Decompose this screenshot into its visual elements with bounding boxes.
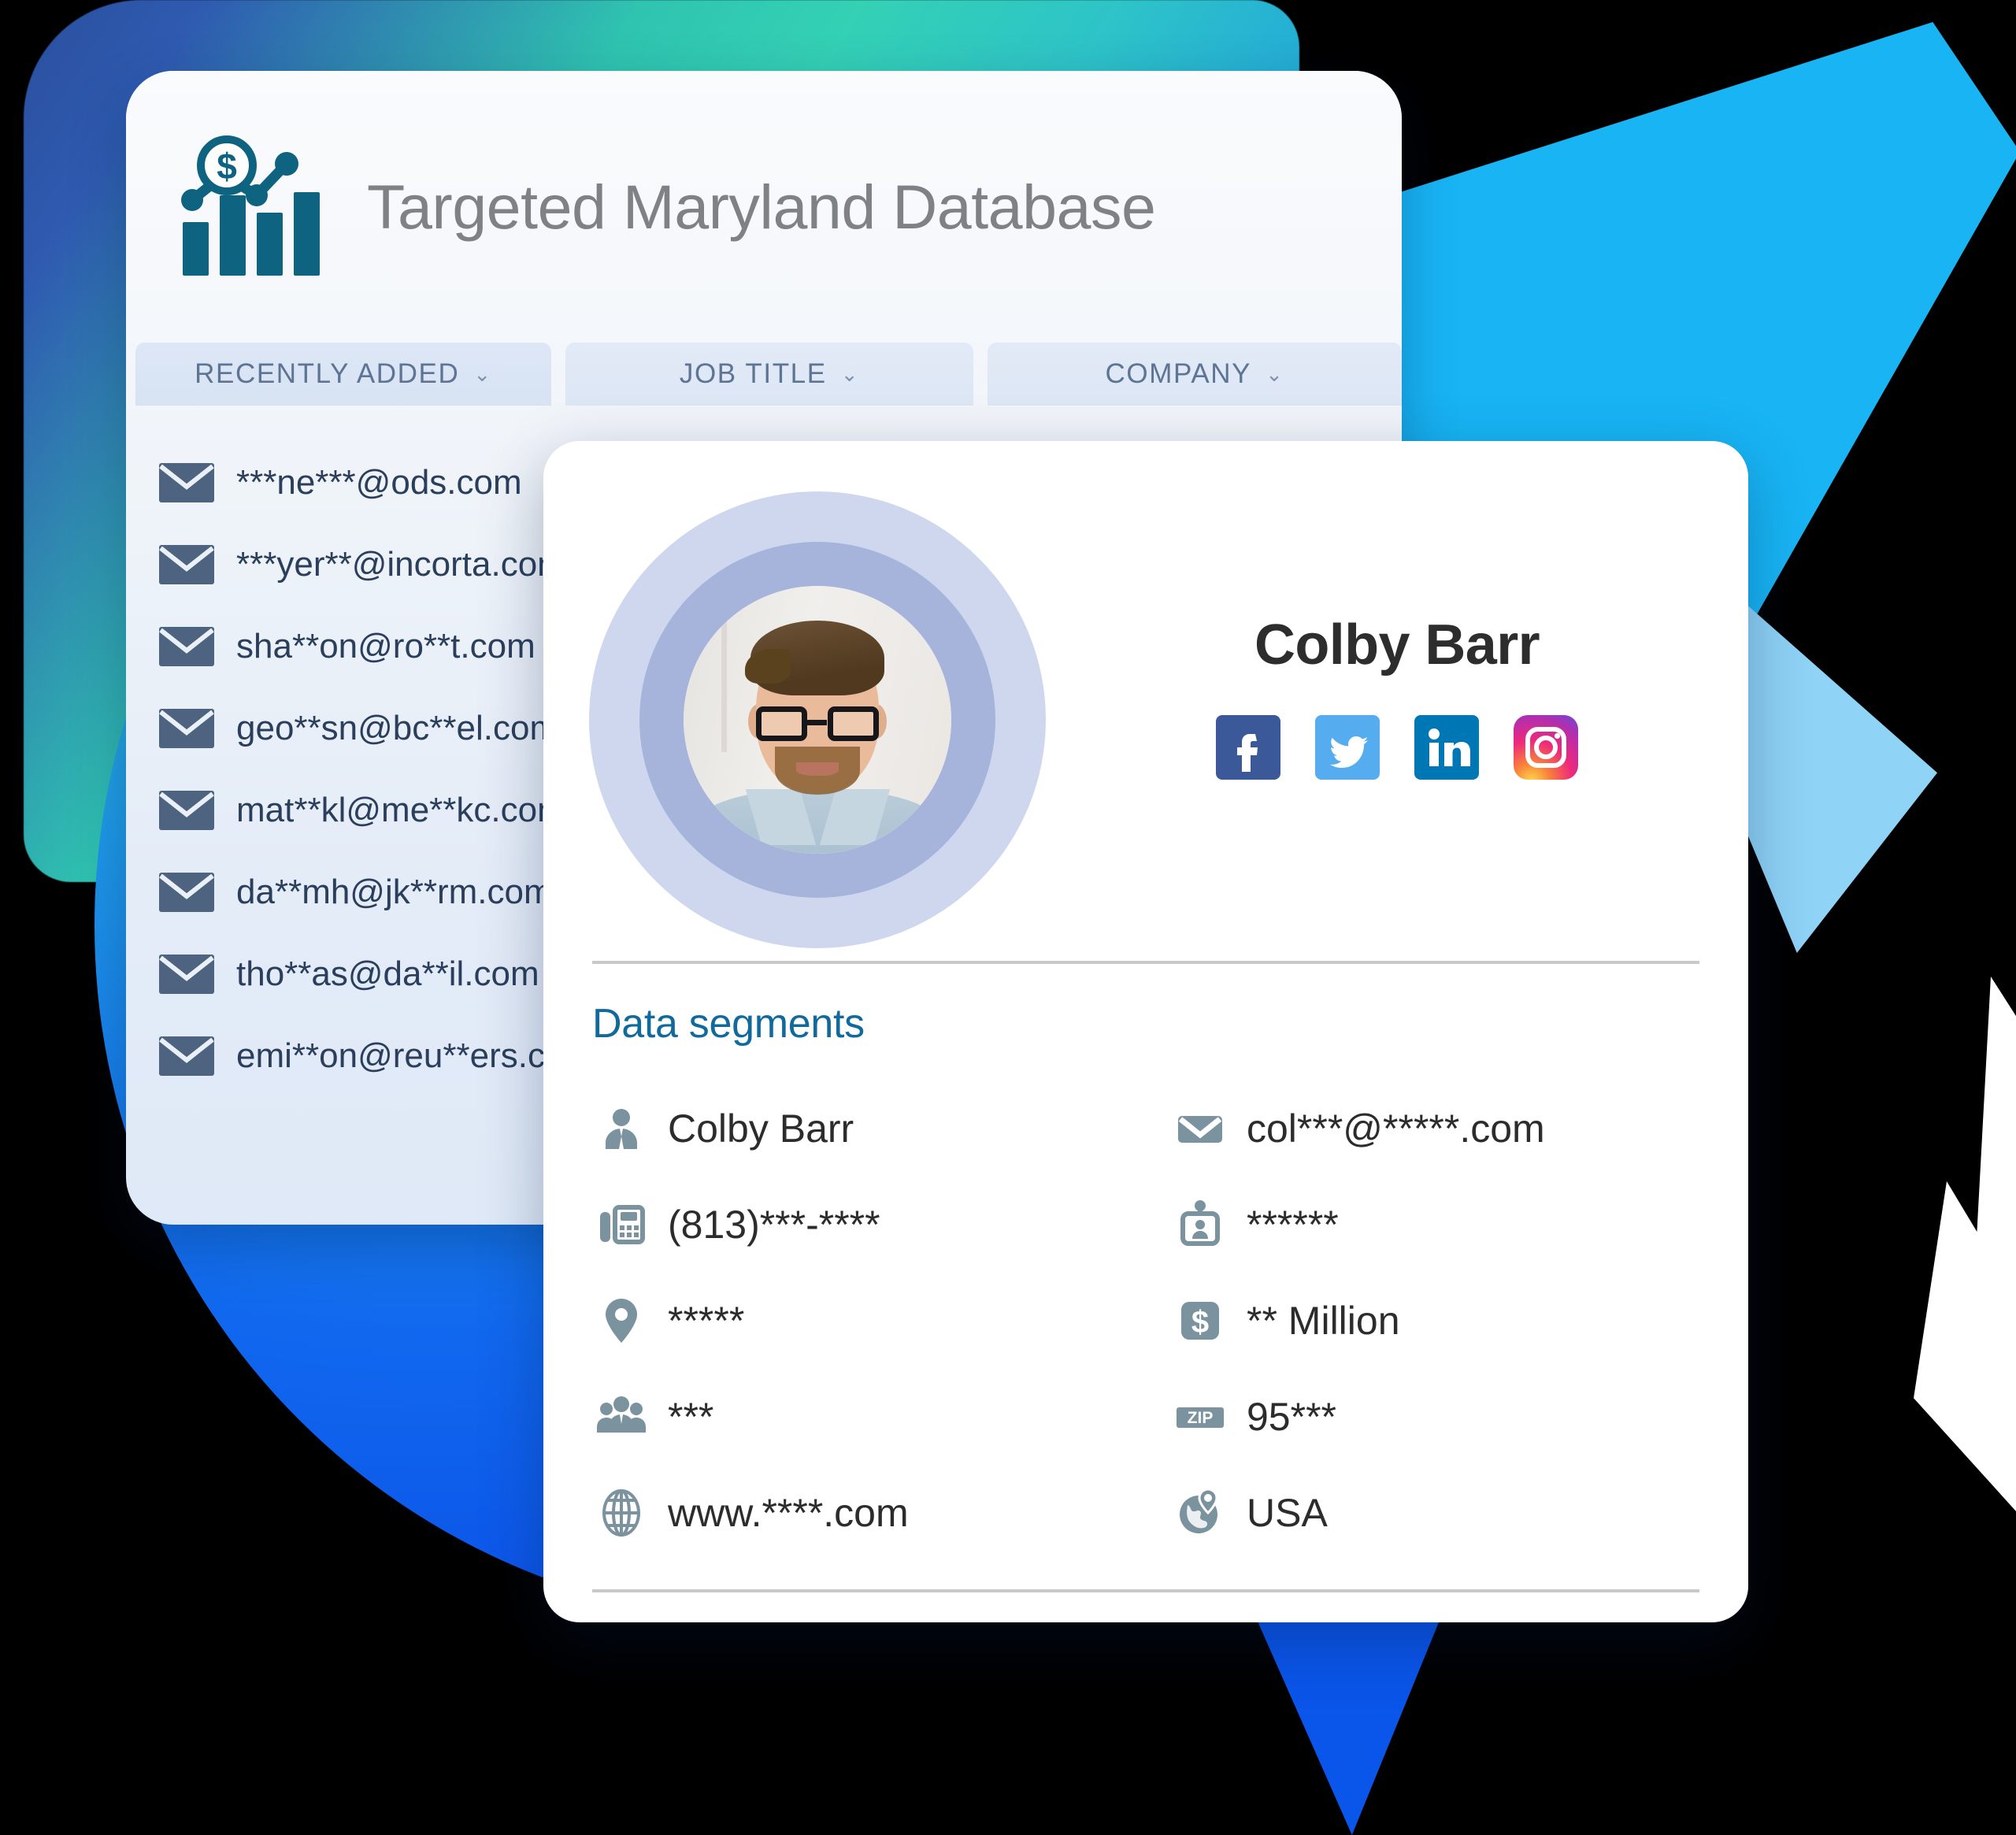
- envelope-icon: [159, 627, 214, 666]
- chevron-down-icon: ⌄: [1266, 362, 1284, 386]
- segment-value: www.****.com: [668, 1491, 909, 1535]
- email-address: emi**on@reu**ers.com: [236, 1036, 594, 1075]
- twitter-icon[interactable]: [1315, 715, 1380, 780]
- segment-row-email: col***@*****.com: [1171, 1081, 1748, 1177]
- segment-value: ******: [1247, 1203, 1339, 1247]
- envelope-solid-icon: [1171, 1099, 1229, 1158]
- envelope-icon: [159, 791, 214, 830]
- id-badge-icon: [1171, 1196, 1229, 1254]
- segment-value: (813)***-****: [668, 1203, 880, 1247]
- email-address: tho**as@da**il.com: [236, 955, 539, 993]
- contact-name: Colby Barr: [1254, 614, 1540, 677]
- email-address: sha**on@ro**t.com: [236, 627, 536, 665]
- email-address: mat**kl@me**kc.com: [236, 791, 566, 829]
- segment-value: 95***: [1247, 1395, 1336, 1439]
- filter-tab-job-title[interactable]: JOB TITLE ⌄: [565, 343, 974, 406]
- avatar: [589, 491, 1046, 948]
- map-pin-icon: [592, 1292, 650, 1350]
- segment-value: *****: [668, 1299, 745, 1343]
- people-group-icon: [592, 1388, 650, 1446]
- globe-grid-icon: [592, 1484, 650, 1542]
- segments-heading: Data segments: [592, 1001, 865, 1047]
- contact-identity: Colby Barr: [1046, 613, 1748, 780]
- email-address: geo**sn@bc**el.com: [236, 709, 559, 747]
- avatar-inner-ring: [639, 542, 995, 898]
- social-links-row: [1216, 715, 1578, 780]
- segment-row-title: ******: [1171, 1177, 1748, 1273]
- linkedin-icon[interactable]: [1414, 715, 1479, 780]
- svg-text:$: $: [217, 146, 237, 187]
- segment-value: ***: [668, 1395, 714, 1439]
- segment-value: ** Million: [1247, 1299, 1400, 1343]
- envelope-icon: [159, 545, 214, 584]
- filter-tab-label: COMPANY: [1105, 358, 1252, 389]
- segment-value: USA: [1247, 1491, 1328, 1535]
- instagram-icon[interactable]: [1514, 715, 1578, 780]
- svg-text:$: $: [1191, 1305, 1209, 1340]
- envelope-icon: [159, 709, 214, 748]
- dollar-square-icon: $: [1171, 1292, 1229, 1350]
- segment-row-revenue: $ ** Million: [1171, 1273, 1748, 1369]
- filter-tabs-row: RECENTLY ADDED ⌄ JOB TITLE ⌄ COMPANY ⌄: [126, 343, 1402, 406]
- bar-chart-dollar-logo-icon: $: [175, 134, 332, 280]
- envelope-icon: [159, 463, 214, 502]
- svg-text:ZIP: ZIP: [1188, 1409, 1214, 1427]
- envelope-icon: [159, 1036, 214, 1076]
- segment-row-name: Colby Barr: [592, 1081, 1171, 1177]
- filter-tab-company[interactable]: COMPANY ⌄: [988, 343, 1402, 406]
- segment-value: Colby Barr: [668, 1107, 854, 1151]
- globe-pin-icon: [1171, 1484, 1229, 1542]
- data-segments-grid: Colby Barr col***@*****.com (813)***-***…: [543, 1047, 1748, 1561]
- filter-tab-recently-added[interactable]: RECENTLY ADDED ⌄: [135, 343, 551, 406]
- filter-tab-label: JOB TITLE: [679, 358, 827, 389]
- email-address: ***yer**@incorta.com: [236, 545, 566, 584]
- email-address: ***ne***@ods.com: [236, 463, 522, 502]
- page-title: Targeted Maryland Database: [367, 171, 1156, 242]
- contact-detail-card: Colby Barr Data segments Colby Barr col*…: [543, 441, 1748, 1622]
- chevron-down-icon: ⌄: [473, 362, 492, 386]
- segment-row-location: *****: [592, 1273, 1171, 1369]
- person-tie-icon: [592, 1099, 650, 1158]
- segment-row-employees: ***: [592, 1369, 1171, 1465]
- divider: [592, 1589, 1699, 1592]
- profile-photo: [684, 586, 951, 854]
- chevron-down-icon: ⌄: [840, 362, 860, 386]
- contact-card-header: Colby Barr: [543, 441, 1748, 961]
- segment-value: col***@*****.com: [1247, 1107, 1545, 1151]
- segment-row-phone: (813)***-****: [592, 1177, 1171, 1273]
- envelope-icon: [159, 955, 214, 994]
- fax-phone-icon: [592, 1196, 650, 1254]
- envelope-icon: [159, 873, 214, 912]
- segment-row-country: USA: [1171, 1465, 1748, 1561]
- email-address: da**mh@jk**rm.com: [236, 873, 553, 911]
- filter-tab-label: RECENTLY ADDED: [195, 358, 460, 389]
- facebook-icon[interactable]: [1216, 715, 1280, 780]
- segment-row-website: www.****.com: [592, 1465, 1171, 1561]
- database-panel-header: $ Targeted Maryland Database: [126, 71, 1402, 343]
- zip-badge-icon: ZIP: [1171, 1388, 1229, 1446]
- segment-row-zip: ZIP 95***: [1171, 1369, 1748, 1465]
